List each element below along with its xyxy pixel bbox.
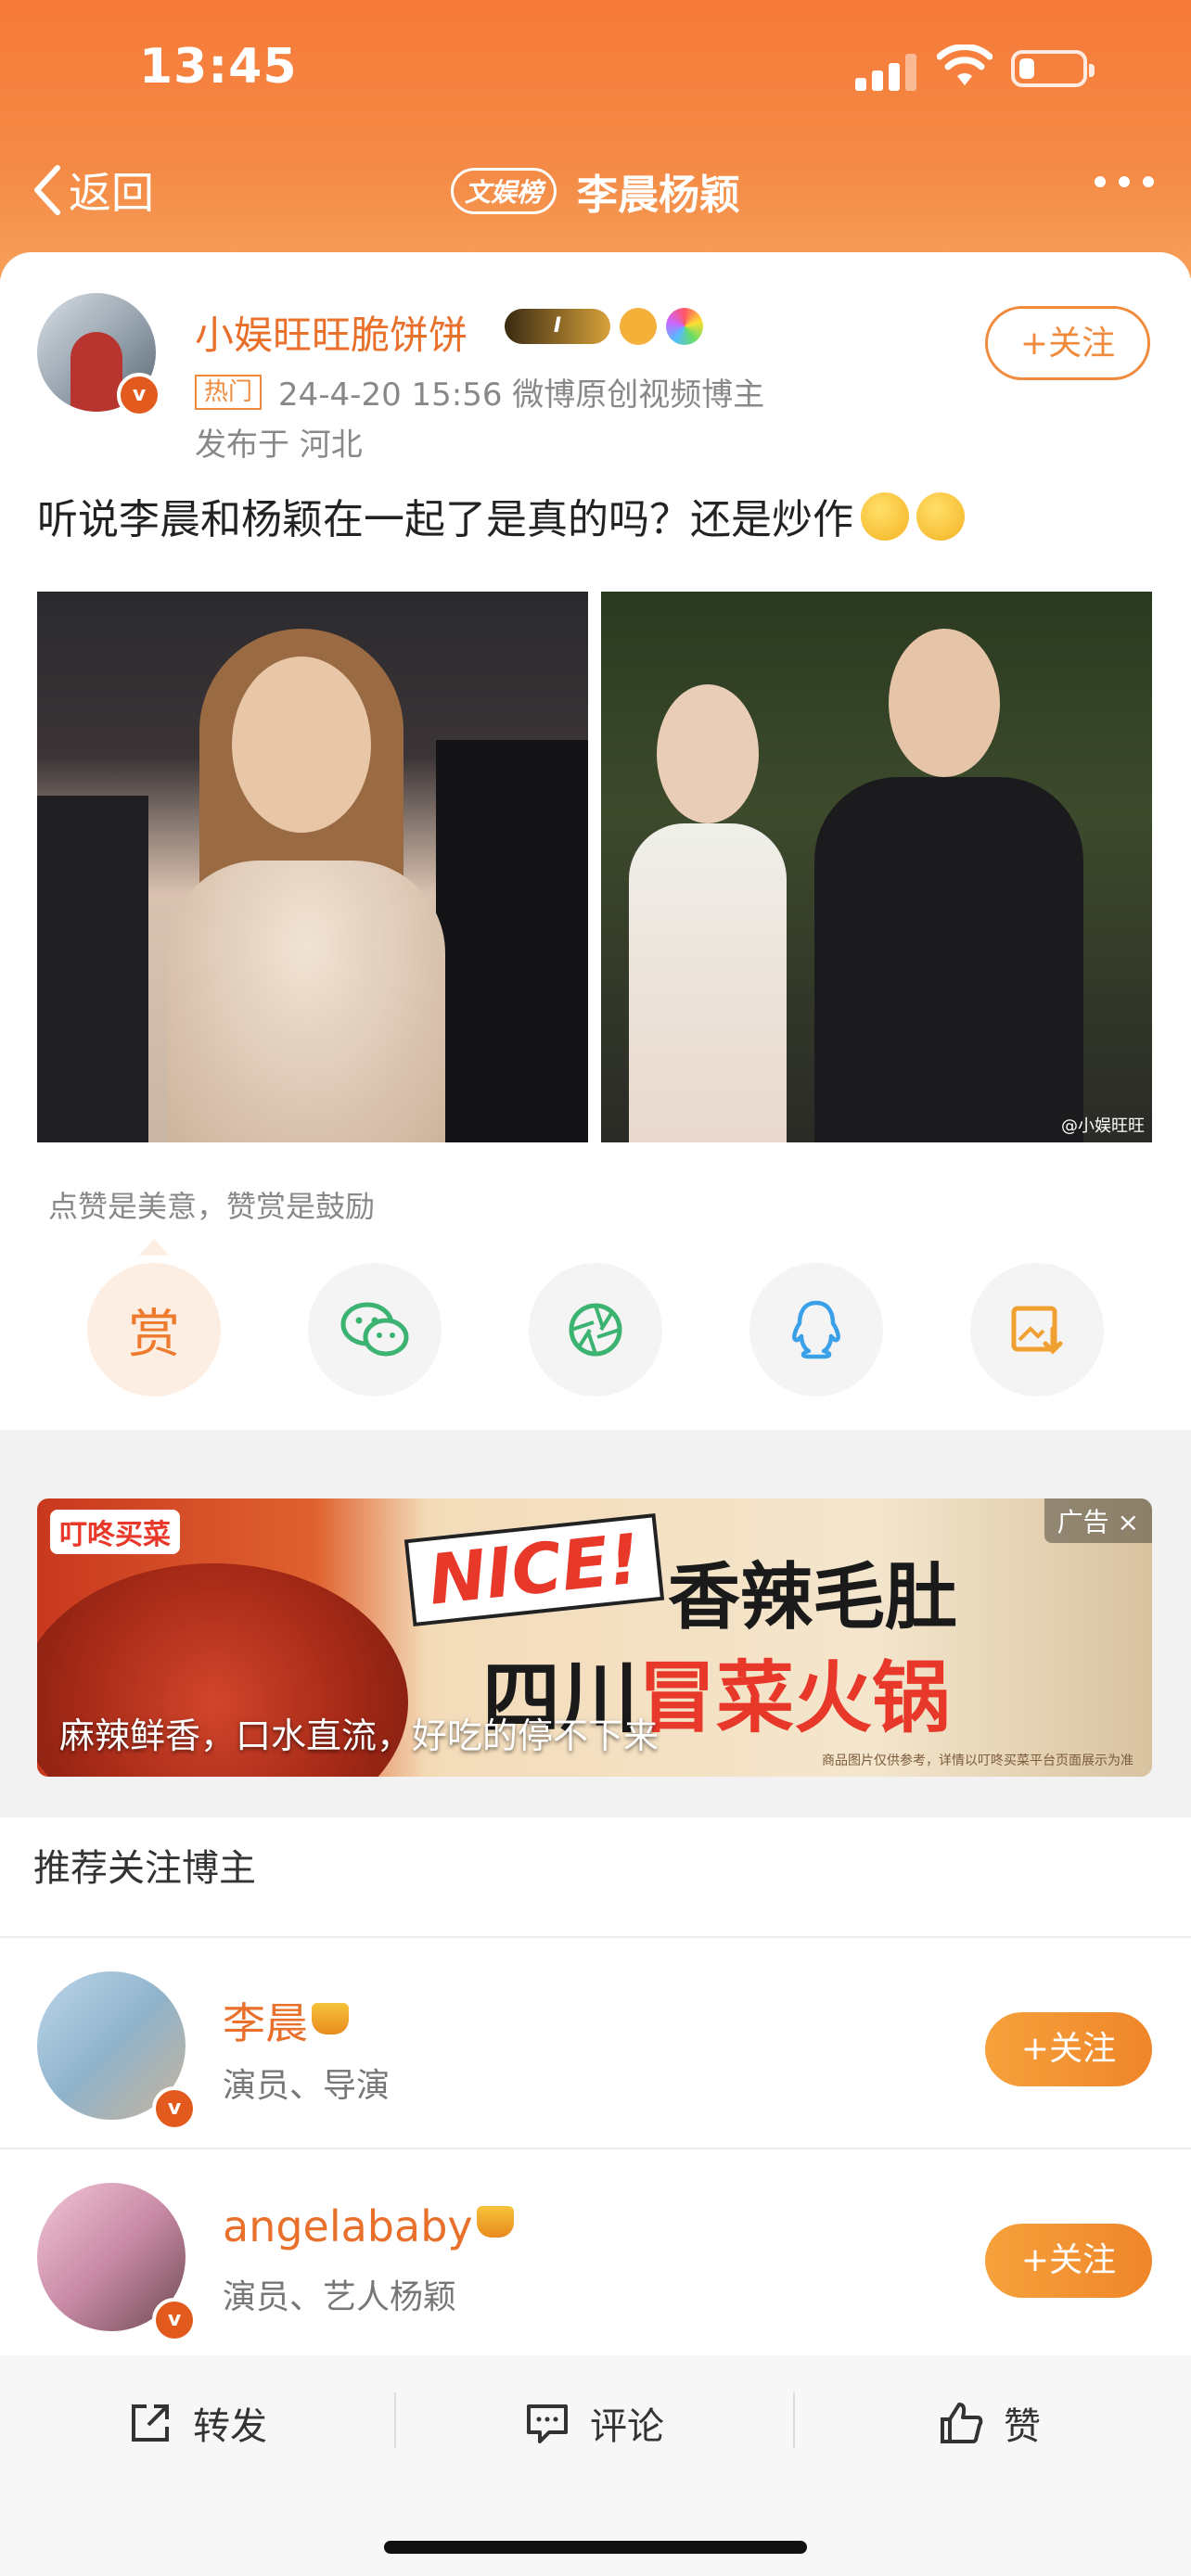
verified-icon: v <box>152 2086 197 2131</box>
nav-bar: 返回 文娱榜 李晨杨颖 <box>0 148 1191 250</box>
ad-caption: 麻辣鲜香，口水直流，好吃的停不下来 <box>59 1715 660 1756</box>
recommend-item[interactable]: v 李晨 演员、导演 +关注 <box>0 1938 1191 2148</box>
battery-icon <box>1011 50 1095 87</box>
follow-author-button[interactable]: +关注 <box>985 306 1150 380</box>
fish-badge-icon <box>620 308 657 345</box>
like-button[interactable]: 赞 <box>937 2396 1041 2450</box>
blogger-name-text: 李晨 <box>223 1998 308 2048</box>
like-label: 赞 <box>1004 2405 1041 2448</box>
post-time-source: 24-4-20 15:56 微博原创视频博主 <box>278 376 765 414</box>
blogger-name[interactable]: angelababy <box>223 2201 514 2251</box>
post-card: v 小娱旺旺脆饼饼 I 热门 24-4-20 15:56 微博原创视频博主 发布… <box>0 252 1191 1430</box>
tip-pointer <box>139 1239 169 1256</box>
signal-icon <box>855 54 920 91</box>
ad-banner[interactable]: 叮咚买菜 NICE! 香辣毛肚 四川冒菜火锅 麻辣鲜香，口水直流，好吃的停不下来… <box>37 1498 1152 1777</box>
flower-badge-icon <box>666 308 703 345</box>
level-badge: I <box>505 309 610 344</box>
reward-button[interactable]: 赏 <box>87 1263 221 1396</box>
ad-brand-logo: 叮咚买菜 <box>50 1510 180 1554</box>
wechat-share-button[interactable] <box>308 1263 442 1396</box>
more-menu-icon[interactable] <box>1095 176 1154 187</box>
comment-button[interactable]: 评论 <box>523 2396 664 2450</box>
wifi-icon <box>937 45 992 85</box>
home-indicator[interactable] <box>384 2541 807 2554</box>
blogger-name-text: angelababy <box>223 2201 473 2251</box>
blogger-desc: 演员、艺人杨颖 <box>223 2278 457 2316</box>
post-location: 发布于 河北 <box>195 427 363 464</box>
qq-penguin-icon <box>792 1300 840 1359</box>
comment-label: 评论 <box>590 2405 664 2448</box>
repost-button[interactable]: 转发 <box>126 2396 267 2450</box>
verified-icon: v <box>117 373 161 417</box>
reward-tip: 点赞是美意，赞赏是鼓励 <box>48 1189 376 1224</box>
blogger-name[interactable]: 李晨 <box>223 1990 349 2051</box>
post-image-1[interactable] <box>37 592 588 1142</box>
divider <box>793 2392 795 2448</box>
verified-icon: v <box>152 2298 197 2342</box>
entertainment-rank-tag[interactable]: 文娱榜 <box>450 168 557 214</box>
ad-nice-text: NICE! <box>403 1513 665 1626</box>
surprised-emoji-icon <box>916 492 965 541</box>
hot-tag: 热门 <box>195 374 263 410</box>
recommend-item[interactable]: v angelababy 演员、艺人杨颖 +关注 <box>0 2149 1191 2359</box>
thumbs-up-icon <box>941 2403 983 2443</box>
recommend-title: 推荐关注博主 <box>33 1847 256 1890</box>
nav-title-group: 文娱榜 李晨杨颖 <box>0 161 1191 221</box>
recommend-section: 推荐关注博主 v 李晨 演员、导演 +关注 v angelababy 演员、艺人… <box>0 1817 1191 2355</box>
reward-label: 赏 <box>128 1304 180 1365</box>
follow-button[interactable]: +关注 <box>985 2012 1152 2086</box>
post-image-2[interactable]: @小娱旺旺 <box>601 592 1152 1142</box>
share-icon <box>132 2404 169 2442</box>
save-image-icon <box>1011 1306 1063 1355</box>
ad-disclaimer: 商品图片仅供参考，详情以叮咚买菜平台页面展示为准 <box>822 1753 1133 1768</box>
author-badges: I <box>505 308 703 345</box>
image-watermark: @小娱旺旺 <box>1061 1116 1145 1136</box>
surprised-emoji-icon <box>861 492 909 541</box>
post-text: 听说李晨和杨颖在一起了是真的吗？还是炒作 <box>37 486 965 545</box>
author-name[interactable]: 小娱旺旺脆饼饼 <box>195 304 467 361</box>
crown-icon <box>476 2206 514 2238</box>
blogger-desc: 演员、导演 <box>223 2067 391 2105</box>
qq-share-button[interactable] <box>749 1263 883 1396</box>
comment-icon <box>527 2404 568 2443</box>
camera-aperture-icon <box>569 1303 622 1357</box>
save-image-button[interactable] <box>970 1263 1104 1396</box>
follow-button[interactable]: +关注 <box>985 2224 1152 2298</box>
status-bar: 13:45 <box>0 0 1191 139</box>
wechat-icon <box>340 1302 409 1357</box>
divider <box>394 2392 396 2448</box>
repost-label: 转发 <box>193 2405 267 2448</box>
ad-headline-1: 香辣毛肚 <box>668 1556 958 1639</box>
page-title: 李晨杨颖 <box>577 172 740 219</box>
status-time: 13:45 <box>139 39 298 95</box>
post-meta: 热门 24-4-20 15:56 微博原创视频博主 <box>195 369 764 414</box>
ad-close-button[interactable]: 广告 × <box>1044 1498 1152 1543</box>
ad-headline-2b: 冒菜火锅 <box>638 1652 951 1743</box>
post-text-content: 听说李晨和杨颖在一起了是真的吗？还是炒作 <box>37 496 853 543</box>
share-row: 赏 <box>87 1263 1104 1396</box>
moments-share-button[interactable] <box>529 1263 662 1396</box>
crown-icon <box>312 2003 349 2034</box>
